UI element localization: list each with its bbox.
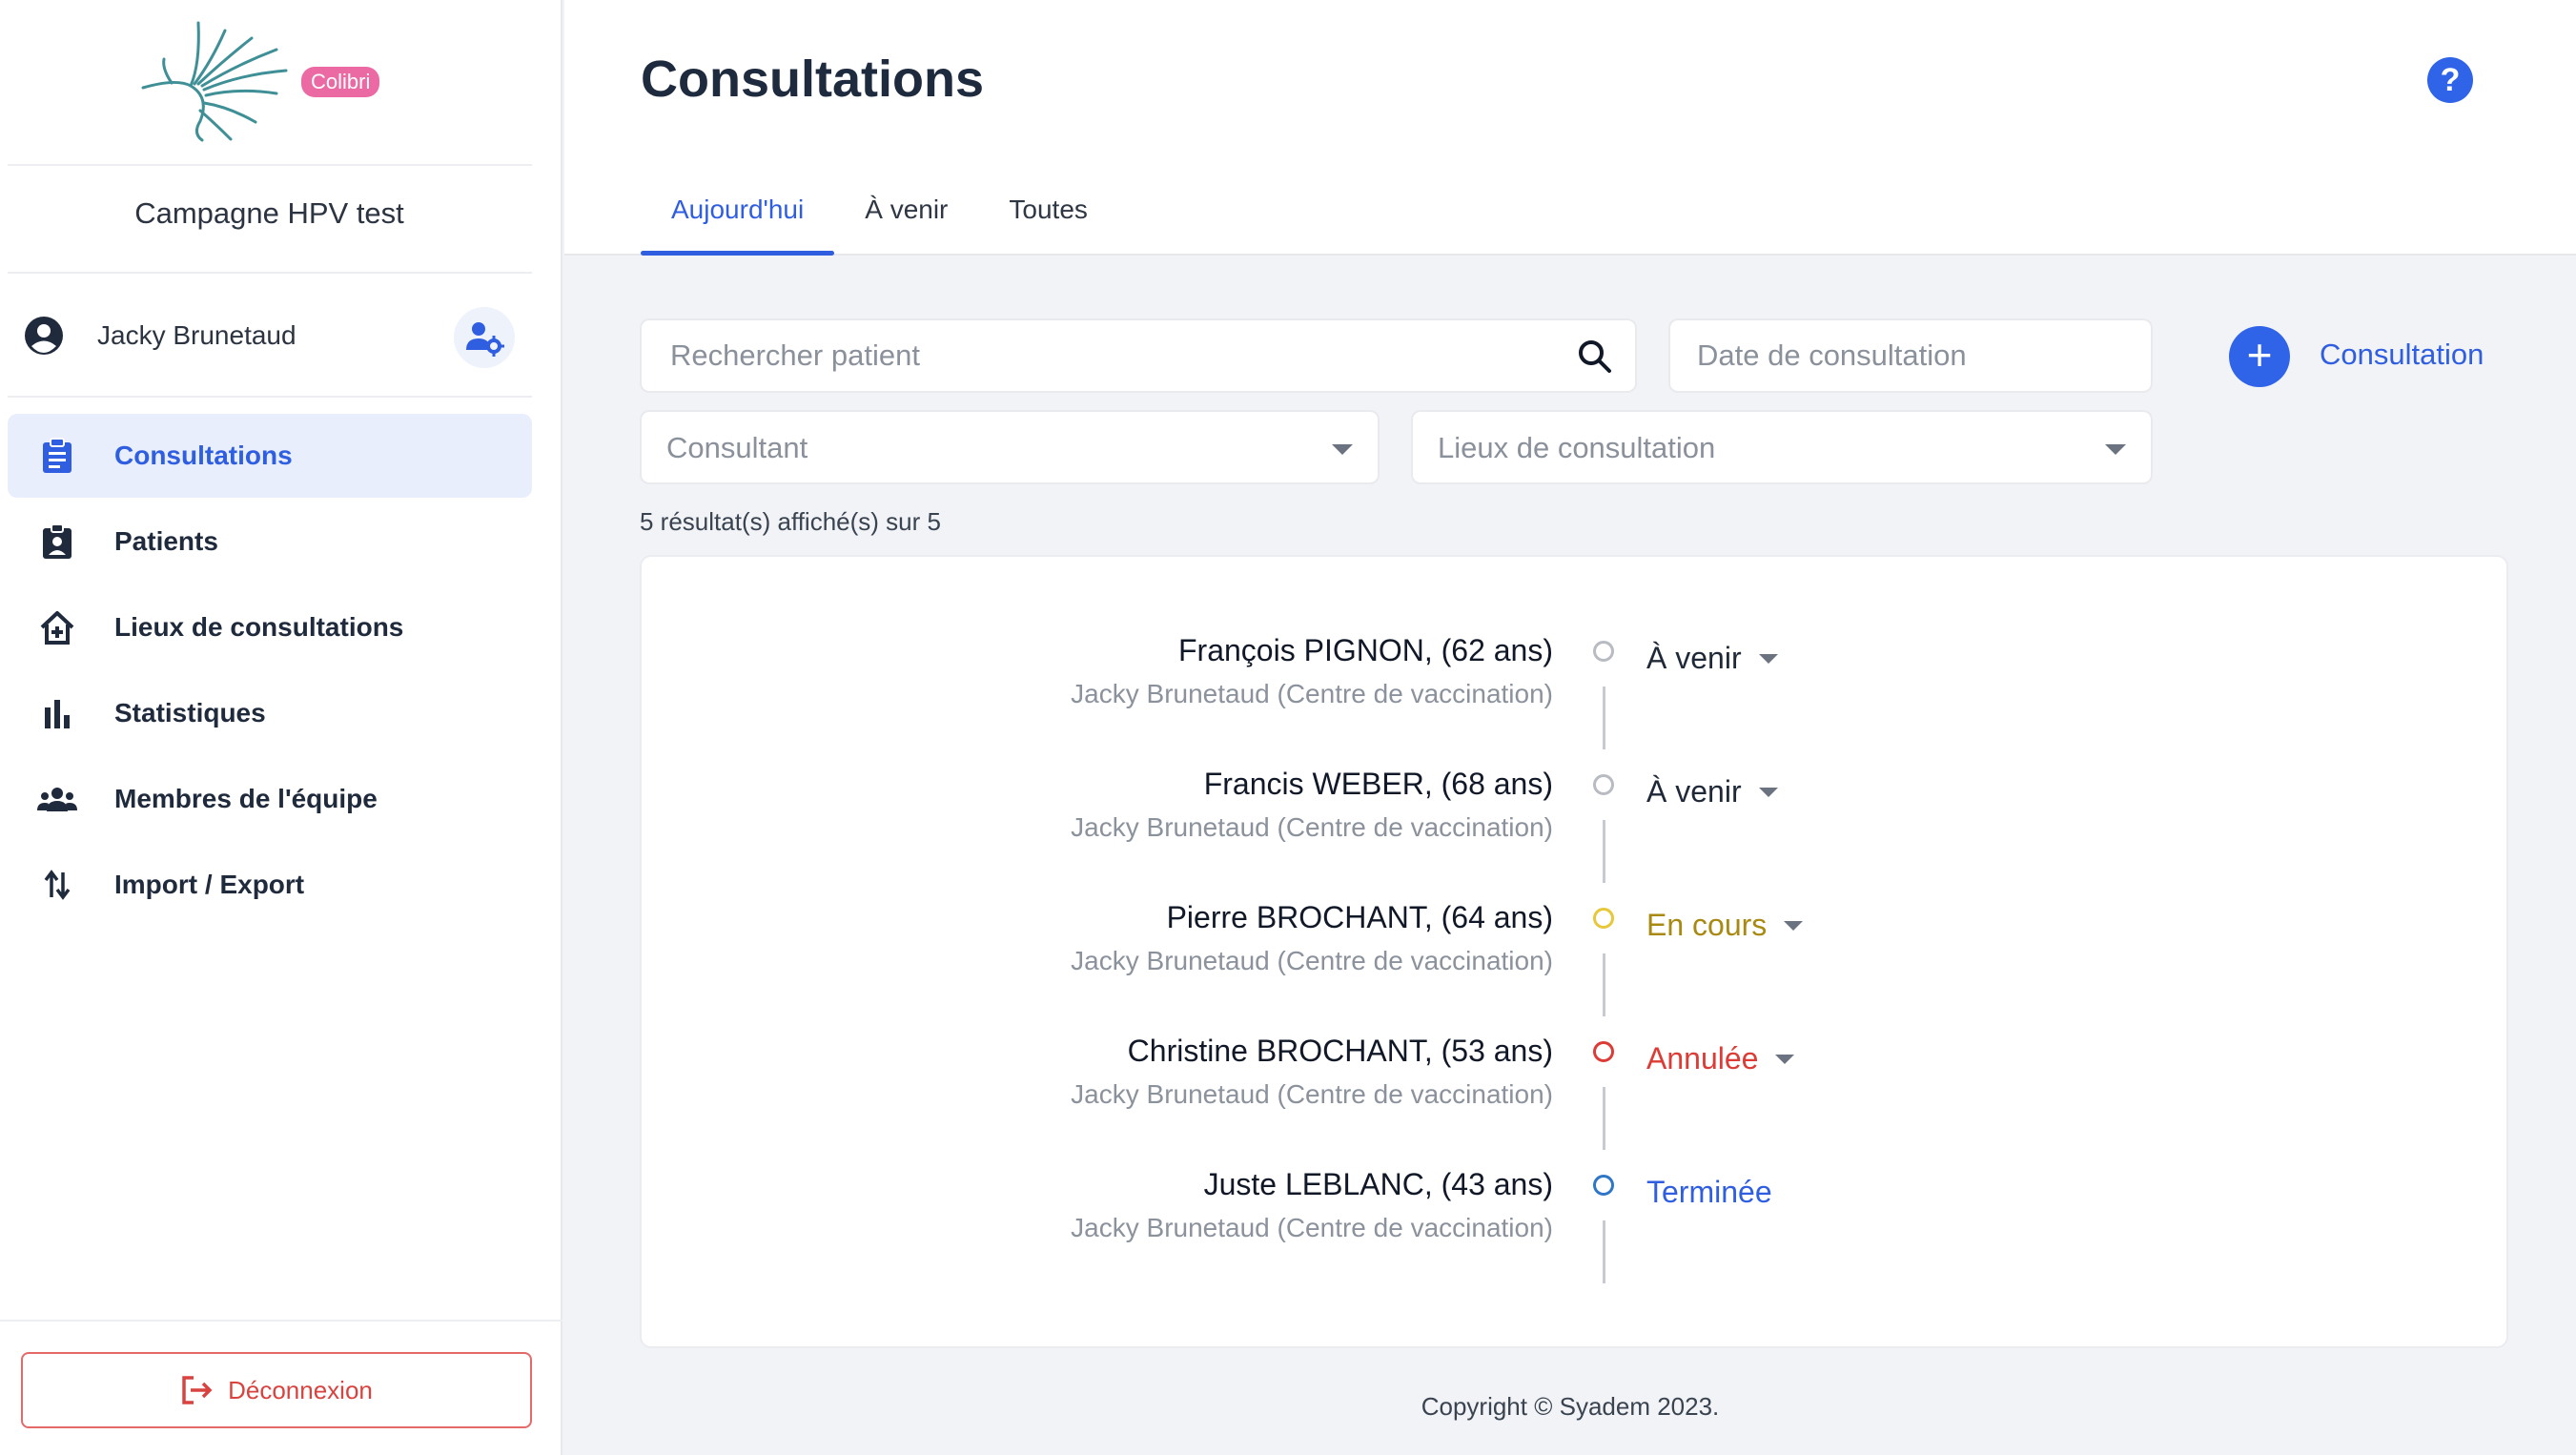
caret-down-icon	[1758, 653, 1778, 664]
logout-icon	[182, 1376, 213, 1404]
sidebar-item-label: Patients	[114, 526, 218, 556]
divider	[8, 164, 532, 166]
consultation-entry[interactable]: François PIGNON, (62 ans) Jacky Brunetau…	[642, 557, 2510, 749]
timeline-connector	[1603, 1220, 1605, 1283]
tab-bar: Aujourd'hui À venir Toutes	[641, 181, 1118, 256]
consultation-entry[interactable]: Francis WEBER, (68 ans) Jacky Brunetaud …	[642, 690, 2510, 883]
status-dropdown[interactable]: À venir	[1646, 641, 1778, 676]
logo-badge: Colibri	[301, 67, 380, 97]
patient-name[interactable]: Pierre BROCHANT, (64 ans)	[1167, 900, 1553, 935]
sidebar-item-label: Lieux de consultations	[114, 612, 404, 642]
sidebar-item-label: Import / Export	[114, 870, 305, 899]
divider	[8, 396, 532, 398]
search-field	[640, 318, 1637, 393]
campaign-name: Campagne HPV test	[134, 196, 404, 230]
status-dropdown[interactable]: À venir	[1646, 774, 1778, 809]
caret-down-icon	[1775, 1054, 1795, 1064]
tab-aujourdhui[interactable]: Aujourd'hui	[641, 181, 835, 256]
page-header: Consultations ? Aujourd'hui À venir Tout…	[564, 0, 2576, 256]
badge-icon	[36, 521, 78, 563]
account-circle-icon	[25, 317, 63, 355]
lieux-select-label: Lieux de consultation	[1438, 431, 1716, 464]
patient-name[interactable]: Juste LEBLANC, (43 ans)	[1204, 1167, 1553, 1202]
search-input[interactable]	[670, 320, 1528, 391]
tab-toutes[interactable]: Toutes	[978, 181, 1118, 256]
status-label: À venir	[1646, 641, 1742, 675]
sidebar-item-label: Membres de l'équipe	[114, 784, 378, 813]
status-label: À venir	[1646, 774, 1742, 809]
add-consultation-button[interactable]: +	[2229, 326, 2290, 387]
consultant-select-label: Consultant	[666, 431, 808, 464]
user-cog-icon	[466, 322, 504, 357]
hummingbird-icon	[141, 21, 288, 142]
sidebar-item-statistiques[interactable]: Statistiques	[8, 671, 532, 755]
team-icon	[36, 778, 78, 820]
status-label: En cours	[1646, 908, 1768, 942]
chevron-down-icon	[1332, 444, 1353, 455]
caret-down-icon	[1784, 920, 1804, 931]
footer-copyright: Copyright © Syadem 2023.	[1421, 1392, 1720, 1421]
help-icon[interactable]: ?	[2427, 57, 2473, 103]
lieux-select[interactable]: Lieux de consultation	[1411, 410, 2153, 484]
clipboard-icon	[36, 435, 78, 477]
sidebar-nav: Consultations Patients Lieux de consulta…	[8, 414, 532, 929]
add-consultation-label[interactable]: Consultation	[2320, 338, 2484, 372]
sidebar-item-import-export[interactable]: Import / Export	[8, 843, 532, 927]
consultation-entry[interactable]: Juste LEBLANC, (43 ans) Jacky Brunetaud …	[642, 1091, 2510, 1283]
status-dot	[1593, 1041, 1614, 1062]
status-dropdown[interactable]: En cours	[1646, 908, 1804, 943]
sidebar-item-membres[interactable]: Membres de l'équipe	[8, 757, 532, 841]
page-title: Consultations	[641, 51, 984, 108]
colibri-logo[interactable]: Colibri	[133, 11, 400, 154]
sidebar-item-patients[interactable]: Patients	[8, 500, 532, 584]
sidebar-item-lieux[interactable]: Lieux de consultations	[8, 585, 532, 669]
status-label: Terminée	[1646, 1175, 1772, 1209]
swap-vert-icon	[36, 864, 78, 906]
user-settings-button[interactable]	[454, 307, 515, 368]
patient-name[interactable]: François PIGNON, (62 ans)	[1178, 633, 1553, 668]
divider	[8, 272, 532, 274]
status-dot	[1593, 641, 1614, 662]
sidebar: Colibri Campagne HPV test Jacky Brunetau…	[0, 0, 562, 1455]
status-dropdown[interactable]: Annulée	[1646, 1041, 1795, 1076]
status-dot	[1593, 908, 1614, 929]
consultant-location: Jacky Brunetaud (Centre de vaccination)	[1071, 1213, 1553, 1242]
house-plus-icon	[36, 606, 78, 648]
result-count: 5 résultat(s) affiché(s) sur 5	[640, 507, 941, 536]
tab-a-venir[interactable]: À venir	[834, 181, 978, 256]
patient-name[interactable]: Christine BROCHANT, (53 ans)	[1128, 1034, 1553, 1069]
patient-name[interactable]: Francis WEBER, (68 ans)	[1204, 767, 1553, 802]
status-dropdown[interactable]: Terminée	[1646, 1175, 1772, 1210]
search-icon[interactable]	[1576, 338, 1614, 376]
sidebar-item-label: Consultations	[114, 441, 293, 470]
status-dot	[1593, 774, 1614, 795]
sidebar-item-label: Statistiques	[114, 698, 266, 728]
logout-button[interactable]: Déconnexion	[21, 1352, 532, 1428]
consultation-entry[interactable]: Pierre BROCHANT, (64 ans) Jacky Brunetau…	[642, 824, 2510, 1016]
status-dot	[1593, 1175, 1614, 1196]
chevron-down-icon	[2105, 444, 2126, 455]
user-name: Jacky Brunetaud	[97, 320, 296, 350]
divider	[0, 1320, 562, 1322]
logout-label: Déconnexion	[228, 1375, 373, 1404]
consultations-timeline: François PIGNON, (62 ans) Jacky Brunetau…	[640, 555, 2508, 1348]
status-label: Annulée	[1646, 1041, 1759, 1076]
user-row: Jacky Brunetaud	[23, 307, 519, 368]
consultation-entry[interactable]: Christine BROCHANT, (53 ans) Jacky Brune…	[642, 957, 2510, 1150]
sidebar-item-consultations[interactable]: Consultations	[8, 414, 532, 498]
date-field	[1668, 318, 2153, 393]
caret-down-icon	[1758, 787, 1778, 797]
date-input[interactable]	[1697, 320, 2126, 391]
bar-chart-icon	[36, 692, 78, 734]
consultant-select[interactable]: Consultant	[640, 410, 1380, 484]
